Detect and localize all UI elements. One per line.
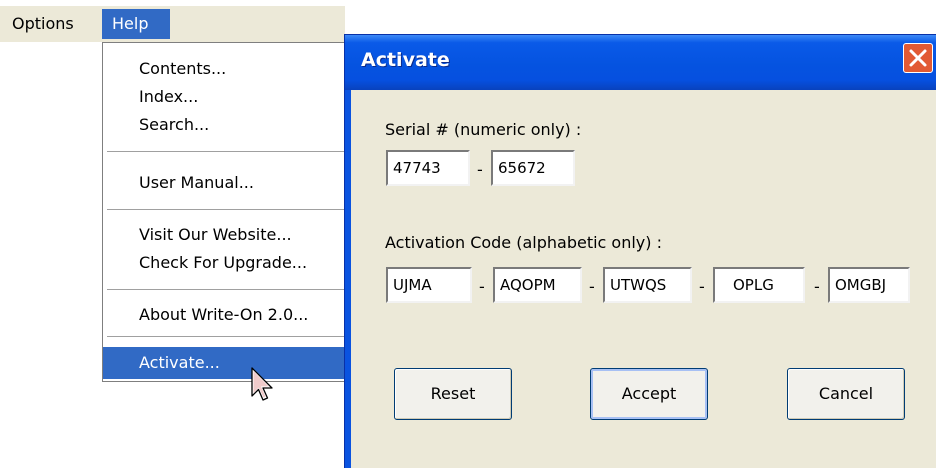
close-icon (909, 49, 927, 67)
activation-code-field-4[interactable]: OPLG (713, 267, 805, 303)
menu-bar: Options Help (0, 6, 345, 42)
menu-options[interactable]: Options (4, 9, 82, 39)
menu-item-visit-website[interactable]: Visit Our Website... (103, 221, 347, 248)
close-button[interactable] (903, 43, 933, 73)
mouse-pointer-icon (251, 367, 273, 401)
serial-field-1[interactable]: 47743 (386, 150, 470, 186)
reset-button[interactable]: Reset (394, 368, 512, 420)
serial-field-2[interactable]: 65672 (491, 150, 575, 186)
serial-separator: - (477, 160, 483, 179)
menu-item-about[interactable]: About Write-On 2.0... (103, 301, 347, 328)
code-separator: - (699, 277, 705, 296)
help-dropdown-menu: Contents... Index... Search... User Manu… (102, 42, 347, 382)
menu-item-search[interactable]: Search... (103, 111, 347, 138)
code-separator: - (814, 277, 820, 296)
activation-code-field-5[interactable]: OMGBJ (828, 267, 910, 303)
dialog-title: Activate (361, 49, 450, 71)
activation-code-label: Activation Code (alphabetic only) : (385, 233, 662, 252)
code-separator: - (479, 277, 485, 296)
activation-code-field-2[interactable]: AQOPM (493, 267, 582, 303)
menu-separator (107, 336, 345, 338)
activate-dialog: Activate Serial # (numeric only) : 47743… (344, 34, 936, 468)
activation-code-field-3[interactable]: UTWQS (603, 267, 692, 303)
code-separator: - (589, 277, 595, 296)
activation-code-field-1[interactable]: UJMA (386, 267, 472, 303)
dialog-body: Serial # (numeric only) : 47743 - 65672 … (351, 90, 936, 468)
menu-item-check-upgrade[interactable]: Check For Upgrade... (103, 249, 347, 276)
menu-item-contents[interactable]: Contents... (103, 55, 347, 82)
cancel-button[interactable]: Cancel (787, 368, 905, 420)
serial-label: Serial # (numeric only) : (385, 120, 582, 139)
menu-separator (107, 289, 345, 291)
accept-button[interactable]: Accept (590, 368, 708, 420)
menu-item-index[interactable]: Index... (103, 83, 347, 110)
menu-item-user-manual[interactable]: User Manual... (103, 169, 347, 196)
menu-item-activate[interactable]: Activate... (103, 347, 347, 379)
menu-help[interactable]: Help (102, 9, 170, 39)
dialog-titlebar[interactable]: Activate (345, 35, 936, 90)
menu-separator (107, 151, 345, 153)
menu-separator (107, 209, 345, 211)
